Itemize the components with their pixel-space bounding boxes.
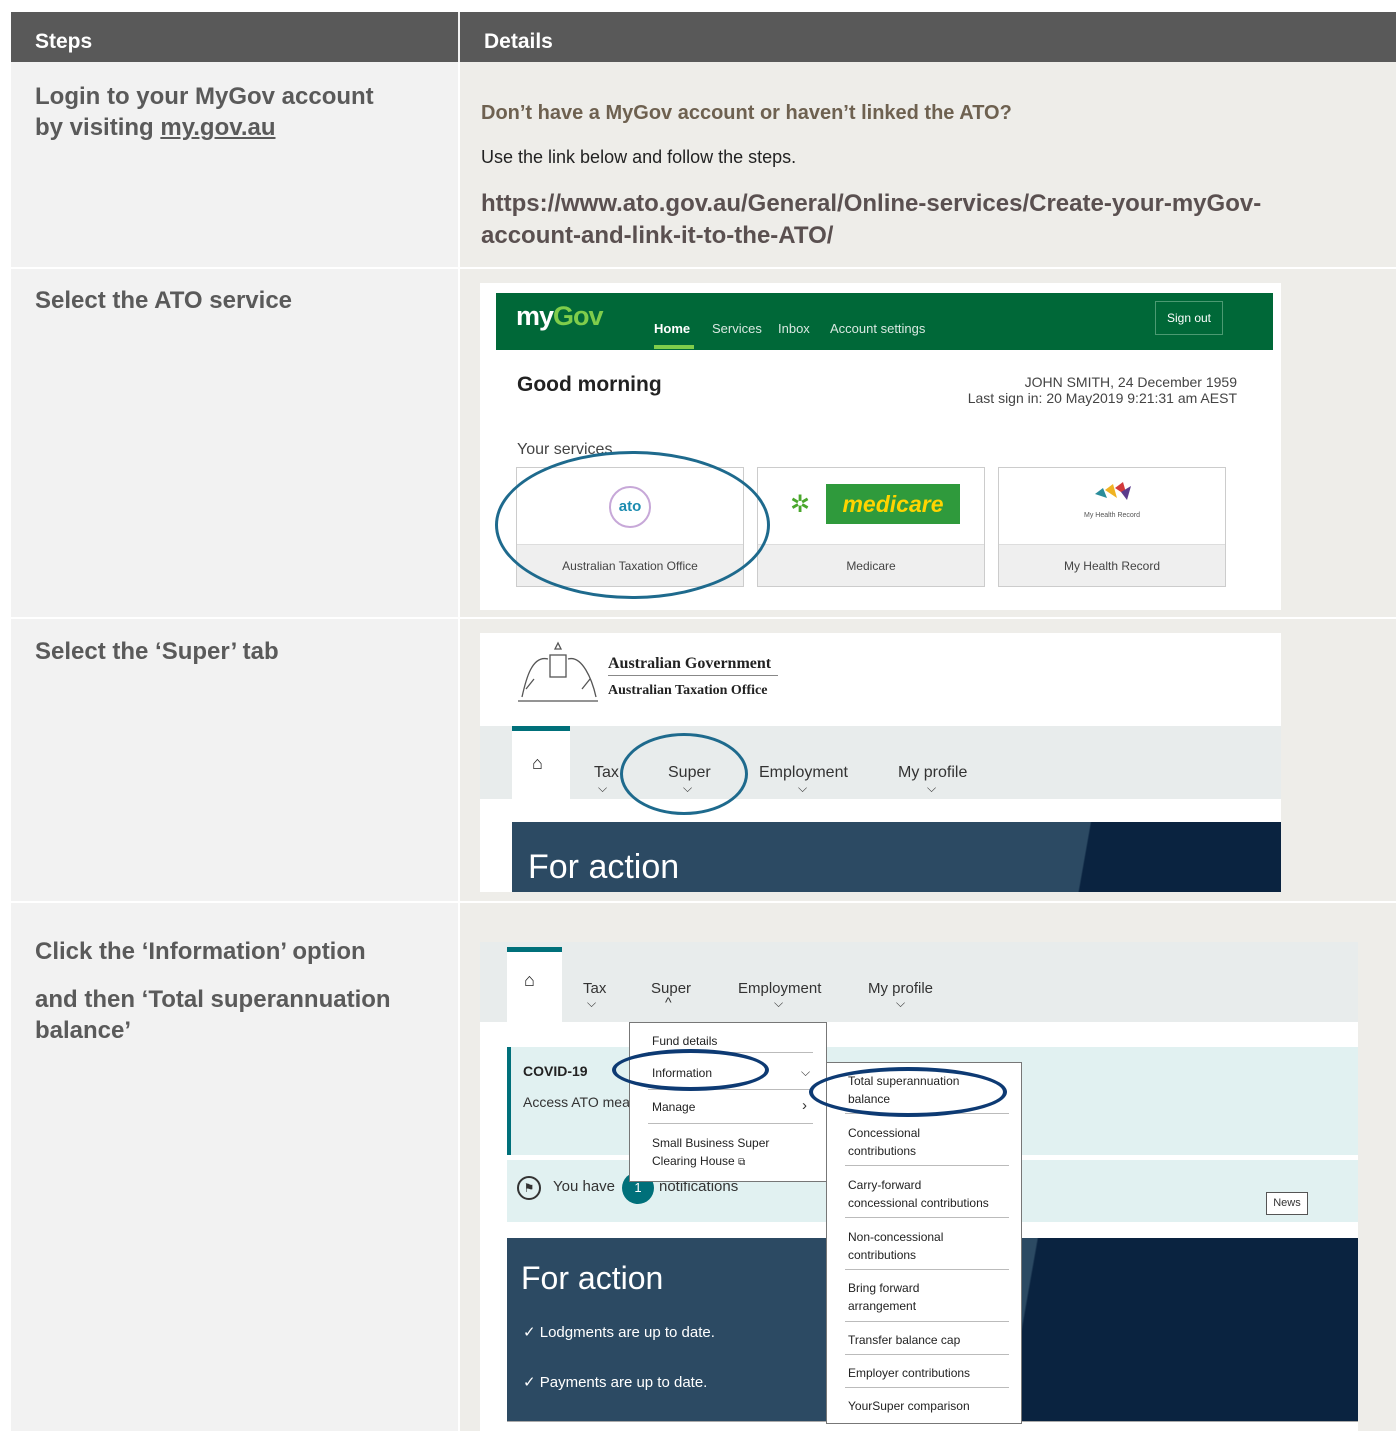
- ato-screenshot-nav: Australian Government Australian Taxatio…: [480, 633, 1281, 892]
- lodgments-status: Lodgments are up to date.: [539, 1324, 715, 1341]
- service-card-my-health-record[interactable]: My Health Record My Health Record: [998, 467, 1226, 587]
- mygov-sign-out-button[interactable]: Sign out: [1155, 301, 1223, 335]
- step-click-information: Click the ‘Information’ option and then …: [35, 938, 391, 1044]
- detail-heading: Don’t have a MyGov account or haven’t li…: [481, 102, 1012, 124]
- mygov-logo: myGov: [516, 301, 604, 331]
- menu-item-employer-contributions[interactable]: Employer contributions: [848, 1364, 970, 1382]
- mygov-nav-active-indicator: [654, 345, 694, 349]
- home-icon[interactable]: ⌂: [532, 753, 543, 774]
- menu-item-small-business-super[interactable]: Small Business Super Clearing House ⧉: [652, 1134, 769, 1172]
- medicare-logo: medicare: [826, 484, 960, 524]
- step-select-super: Select the ‘Super’ tab: [35, 638, 279, 665]
- news-button[interactable]: News: [1266, 1192, 1308, 1215]
- menu-item-non-concessional[interactable]: Non-concessional contributions: [848, 1228, 943, 1264]
- menu-item-bring-forward[interactable]: Bring forward arrangement: [848, 1279, 919, 1315]
- my-health-record-logo-icon: [1095, 482, 1131, 500]
- highlight-circle-super: [620, 733, 748, 815]
- mygov-nav-home[interactable]: Home: [654, 321, 690, 336]
- highlight-circle-ato: [495, 451, 770, 599]
- highlight-circle-total-super-balance: [809, 1067, 1007, 1117]
- service-label: Medicare: [758, 544, 984, 586]
- home-icon[interactable]: ⌂: [524, 970, 535, 991]
- nav-tax[interactable]: Tax: [594, 764, 619, 782]
- nav-my-profile[interactable]: My profile: [868, 980, 933, 997]
- highlight-circle-information: [612, 1049, 769, 1091]
- menu-item-carry-forward[interactable]: Carry-forward concessional contributions: [848, 1176, 989, 1212]
- chevron-down-icon: ⌵: [801, 1065, 811, 1079]
- step-login: Login to your MyGov account by visiting …: [35, 83, 374, 141]
- medicare-star-icon: ✲: [790, 491, 811, 518]
- mygov-nav-inbox[interactable]: Inbox: [778, 321, 810, 336]
- mygov-nav-services[interactable]: Services: [712, 321, 762, 336]
- chevron-right-icon: ›: [802, 1097, 807, 1114]
- nav-employment[interactable]: Employment: [738, 980, 821, 997]
- menu-item-manage[interactable]: Manage: [652, 1098, 695, 1116]
- flag-icon: ⚑: [517, 1176, 541, 1200]
- header-details: Details: [460, 12, 1396, 62]
- steps-table: Steps Details Login to your MyGov accoun…: [11, 12, 1396, 1431]
- ato-screenshot-menu: ⌂ Tax ⌵ Super ^ Employment ⌵ My profile …: [480, 942, 1358, 1431]
- chevron-up-icon: ^: [665, 994, 672, 1010]
- chevron-down-icon: ⌵: [774, 996, 784, 1010]
- menu-item-concessional[interactable]: Concessional contributions: [848, 1124, 920, 1160]
- mygov-screenshot: myGov Home Services Inbox Account settin…: [480, 283, 1281, 610]
- my-health-record-logo-text: My Health Record: [1083, 512, 1141, 519]
- external-link-icon: ⧉: [738, 1157, 746, 1168]
- chevron-down-icon: ⌵: [927, 781, 937, 795]
- menu-item-transfer-balance-cap[interactable]: Transfer balance cap: [848, 1331, 960, 1349]
- payments-status: Payments are up to date.: [539, 1374, 708, 1391]
- service-label: My Health Record: [999, 544, 1225, 586]
- step-select-ato: Select the ATO service: [35, 287, 293, 314]
- detail-text: Use the link below and follow the steps.: [481, 147, 797, 167]
- for-action-banner: For action: [512, 822, 1281, 892]
- coat-of-arms-icon: [518, 641, 598, 702]
- mygov-user-info: JOHN SMITH, 24 December 1959 Last sign i…: [967, 374, 1237, 406]
- mygov-header: myGov Home Services Inbox Account settin…: [496, 293, 1273, 350]
- gov-name: Australian Government: [608, 655, 772, 672]
- nav-tax[interactable]: Tax: [583, 980, 606, 997]
- menu-item-yoursuper-comparison[interactable]: YourSuper comparison: [848, 1397, 970, 1415]
- create-account-url[interactable]: https://www.ato.gov.au/General/Online-se…: [481, 188, 1261, 252]
- nav-my-profile[interactable]: My profile: [898, 764, 967, 782]
- mygov-nav-account-settings[interactable]: Account settings: [830, 321, 925, 336]
- chevron-down-icon: ⌵: [598, 781, 608, 795]
- mygov-link[interactable]: my.gov.au: [160, 114, 275, 141]
- header-steps: Steps: [11, 12, 458, 62]
- mygov-greeting: Good morning: [517, 373, 662, 396]
- chevron-down-icon: ⌵: [587, 996, 597, 1010]
- super-dropdown-menu: Fund details Information ⌵ Manage › Smal…: [629, 1022, 827, 1182]
- menu-item-fund-details[interactable]: Fund details: [652, 1032, 717, 1050]
- chevron-down-icon: ⌵: [896, 996, 906, 1010]
- ato-name: Australian Taxation Office: [608, 683, 768, 698]
- service-card-medicare[interactable]: ✲ medicare Medicare: [757, 467, 985, 587]
- nav-employment[interactable]: Employment: [759, 764, 848, 782]
- chevron-down-icon: ⌵: [798, 781, 808, 795]
